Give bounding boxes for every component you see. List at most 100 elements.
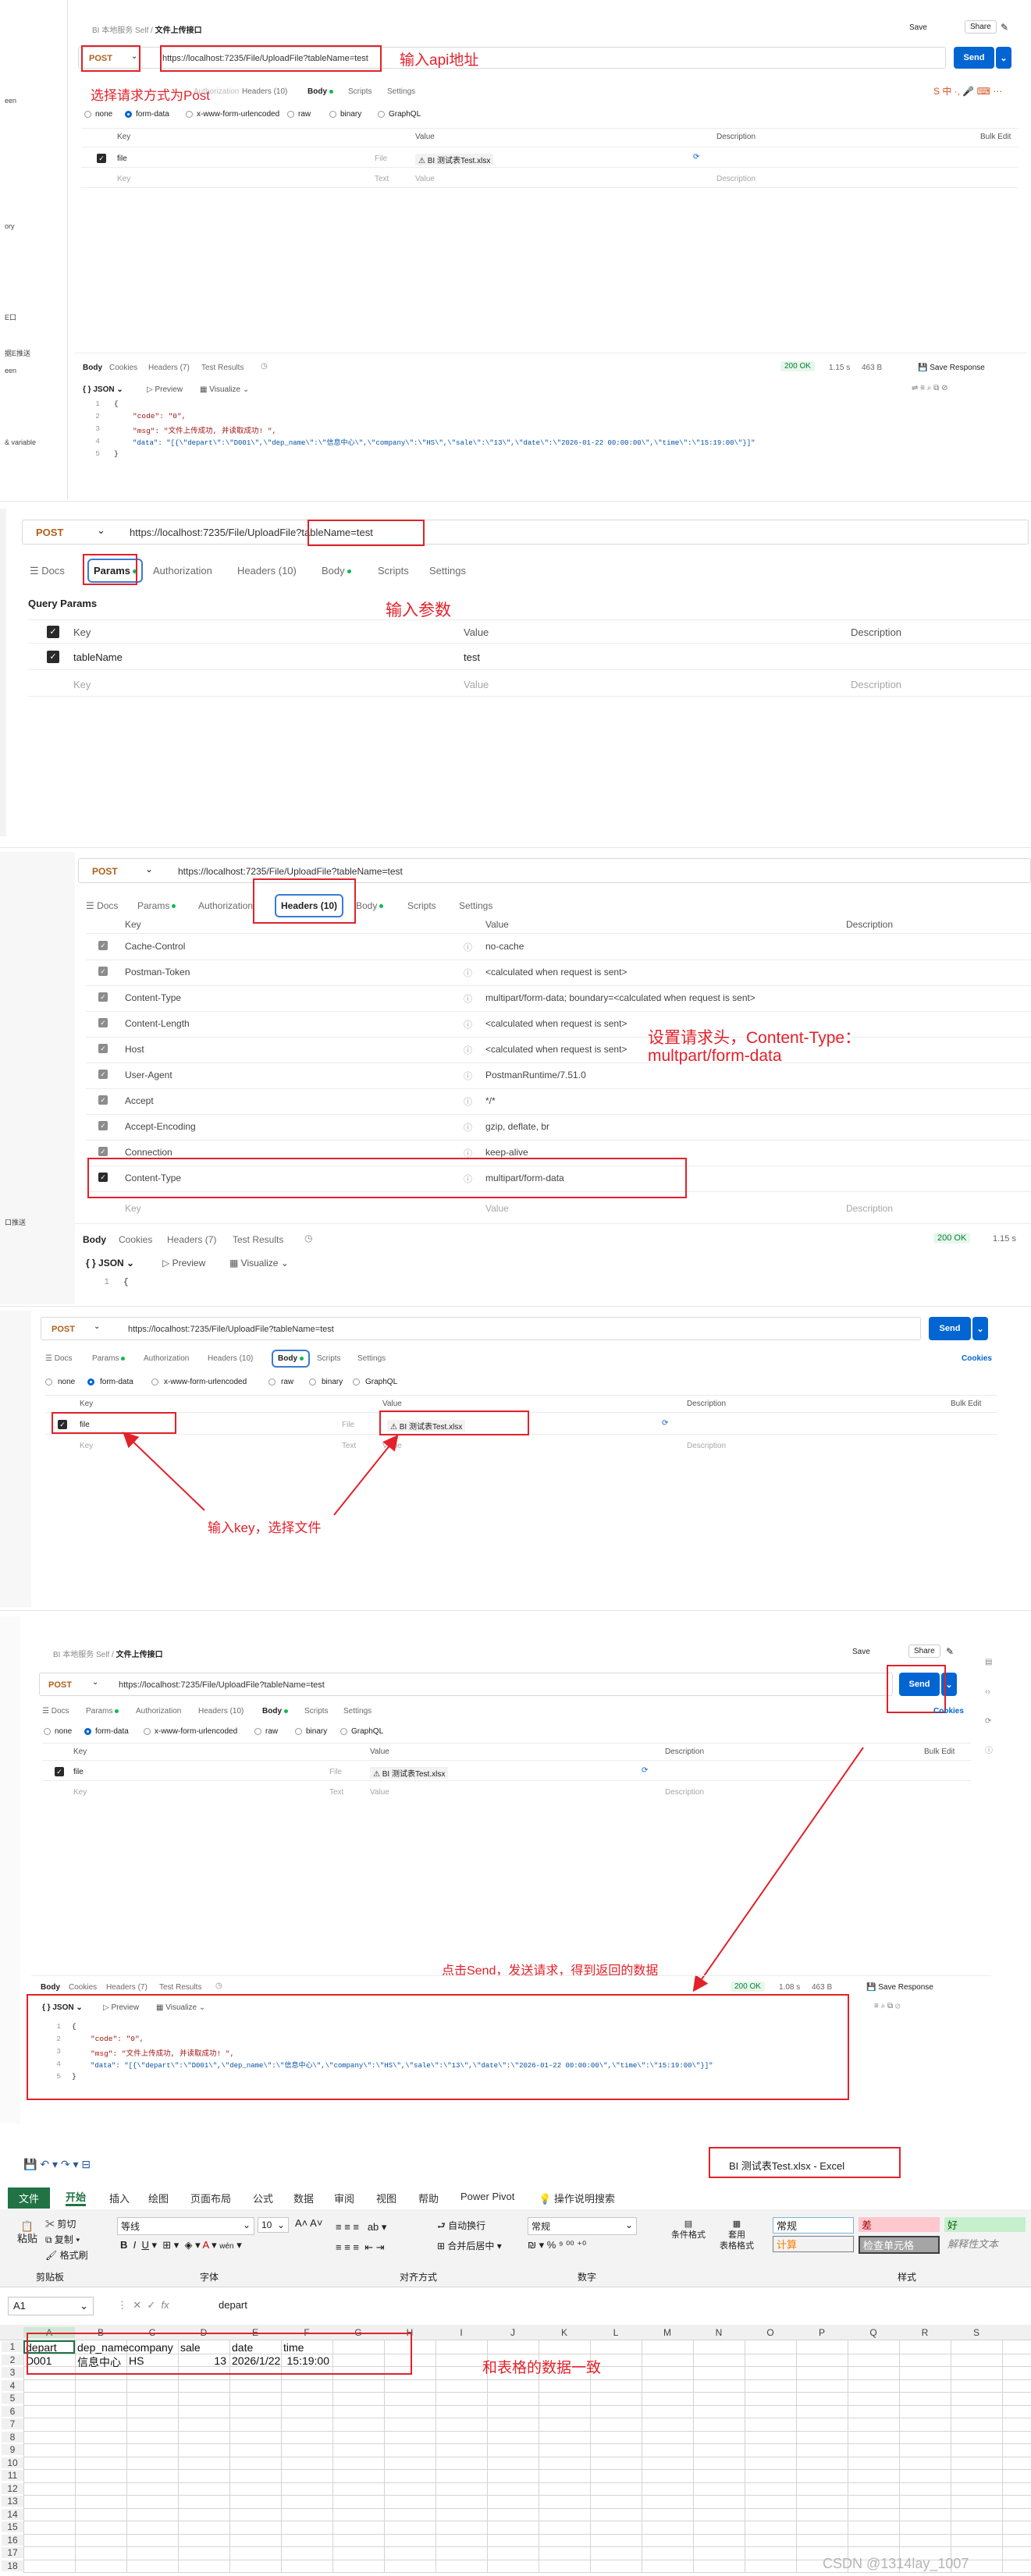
style-bad[interactable]: 差 [859,2217,940,2232]
resp-tab-body[interactable]: Body [83,364,102,372]
tab-power-pivot[interactable]: Power Pivot [460,2191,514,2202]
cut-button[interactable]: ✂ 剪切 [45,2217,76,2230]
header-row-checkbox[interactable]: ✓ [98,1121,108,1130]
column-header[interactable]: M [642,2327,693,2338]
header-key[interactable]: Accept-Encoding [125,1121,196,1132]
resp-tab-headers[interactable]: Headers (7) [167,1234,216,1245]
desc-placeholder[interactable]: Description [851,679,901,690]
resp-tab-headers[interactable]: Headers (7) [148,364,190,372]
row-header[interactable]: 1 [2,2341,23,2352]
header-key[interactable]: Accept [125,1095,154,1106]
format-as-table-button[interactable]: ▦ 套用 表格格式 [720,2219,754,2251]
style-explain[interactable]: 解释性文本 [944,2236,1026,2251]
row-header[interactable]: 3 [2,2367,23,2378]
param-value[interactable]: test [464,651,480,663]
row-checkbox[interactable]: ✓ [97,154,106,163]
header-key[interactable]: Connection [125,1147,172,1158]
format-painter-button[interactable]: 🖌 格式刷 [45,2248,88,2262]
key-placeholder[interactable]: Key [125,1203,141,1214]
header-value[interactable]: keep-alive [485,1147,528,1158]
preview-button[interactable]: ▷ Preview [147,385,183,394]
tab-body[interactable]: Body [322,565,351,577]
radio-graphql[interactable] [378,111,385,118]
radio-raw[interactable] [287,111,294,118]
method-select[interactable]: POST [36,527,63,538]
header-row-checkbox[interactable]: ✓ [98,992,108,1002]
row-header[interactable]: 13 [2,2496,23,2507]
column-header[interactable]: J [487,2327,539,2338]
column-header[interactable]: P [796,2327,848,2338]
header-value[interactable]: PostmanRuntime/7.51.0 [485,1070,586,1080]
copy-button[interactable]: ⧉ 复制 ▾ [45,2233,80,2246]
share-button[interactable]: Share [965,20,997,34]
tab-data[interactable]: 数据 [293,2191,314,2205]
row-header[interactable]: 10 [2,2457,23,2468]
resp-tab-tests[interactable]: Test Results [233,1234,283,1245]
header-key[interactable]: Content-Type [125,992,181,1003]
save-response-button[interactable]: 💾 Save Response [866,1983,933,1992]
tab-view[interactable]: 视图 [376,2191,396,2205]
tab-scripts[interactable]: Scripts [378,565,409,577]
header-key[interactable]: Postman-Token [125,967,190,978]
row-header[interactable]: 17 [2,2547,23,2558]
value-placeholder[interactable]: Value [464,679,489,690]
resp-tab-headers[interactable]: Headers (7) [106,1983,148,1992]
row-header[interactable]: 16 [2,2534,23,2546]
tab-authorization[interactable]: Authorization [198,900,253,911]
header-row-checkbox[interactable]: ✓ [98,1147,108,1156]
tab-body[interactable]: Body [356,900,384,911]
resp-tab-cookies[interactable]: Cookies [109,364,137,372]
save-button[interactable]: Save [909,23,927,32]
number-format-select[interactable]: 常规 ⌄ [528,2217,637,2235]
info-icon[interactable]: ⓘ [464,1095,472,1108]
preview-button[interactable]: ▷ Preview [103,2003,139,2012]
bulk-edit-link[interactable]: Bulk Edit [980,133,1011,141]
column-header[interactable]: L [590,2327,642,2338]
info-icon[interactable]: ⓘ [464,1018,472,1031]
tab-settings[interactable]: Settings [429,565,466,577]
radio-binary[interactable] [329,111,336,118]
header-value[interactable]: <calculated when request is sent> [485,1044,627,1055]
header-value[interactable]: no-cache [485,941,524,952]
header-value[interactable]: <calculated when request is sent> [485,1018,627,1029]
value-placeholder[interactable]: Value [485,1203,509,1214]
header-row-checkbox[interactable]: ✓ [98,1095,108,1105]
tab-page-layout[interactable]: 页面布局 [190,2191,231,2205]
resp-tab-body[interactable]: Body [41,1983,60,1992]
header-key[interactable]: Cache-Control [125,941,185,952]
row-header[interactable]: 7 [2,2418,23,2429]
row-header[interactable]: 18 [2,2560,23,2571]
tab-headers[interactable]: Headers (10) [242,87,287,96]
resp-tab-body[interactable]: Body [83,1234,106,1245]
row-header[interactable]: 4 [2,2379,23,2391]
row-header[interactable]: 5 [2,2393,23,2404]
row-header[interactable]: 14 [2,2508,23,2520]
font-name-select[interactable]: 等线 ⌄ [117,2217,254,2235]
header-row-checkbox[interactable]: ✓ [98,1018,108,1027]
breadcrumb[interactable]: BI 本地服务 Self / 文件上传接口 [92,23,202,35]
tab-insert[interactable]: 插入 [109,2191,130,2205]
url-input[interactable]: https://localhost:7235/File/UploadFile?t… [178,866,403,877]
formula-input[interactable]: depart [219,2299,247,2311]
column-header[interactable]: N [693,2327,745,2338]
tab-params[interactable]: Params [137,900,176,911]
header-row-checkbox[interactable]: ✓ [98,1044,108,1053]
column-header[interactable]: S [951,2327,1002,2338]
header-row-checkbox[interactable]: ✓ [98,1070,108,1079]
resp-tab-cookies[interactable]: Cookies [119,1234,152,1245]
tab-settings[interactable]: Settings [459,900,492,911]
tell-me-search[interactable]: 💡 操作说明搜索 [539,2191,615,2205]
json-format-select[interactable]: { } JSON ⌄ [42,2003,83,2012]
header-key[interactable]: Content-Length [125,1018,190,1029]
tab-authorization[interactable]: Authorization [194,87,239,96]
header-value[interactable]: gzip, deflate, br [485,1121,549,1132]
quick-access-icons[interactable]: 💾 ↶ ▾ ↷ ▾ ⊟ [23,2158,91,2171]
font-size-select[interactable]: 10 ⌄ [258,2217,289,2233]
column-header[interactable]: O [745,2327,796,2338]
tab-body[interactable]: Body [308,87,333,96]
tab-formulas[interactable]: 公式 [253,2191,273,2205]
key-placeholder[interactable]: Key [117,175,130,183]
info-icon[interactable]: ⓘ [464,1044,472,1056]
number-format-buttons[interactable]: ₪ ▾ % ⁹ ⁰⁰ ⁺⁰ [528,2239,586,2251]
header-key[interactable]: User-Agent [125,1070,172,1080]
